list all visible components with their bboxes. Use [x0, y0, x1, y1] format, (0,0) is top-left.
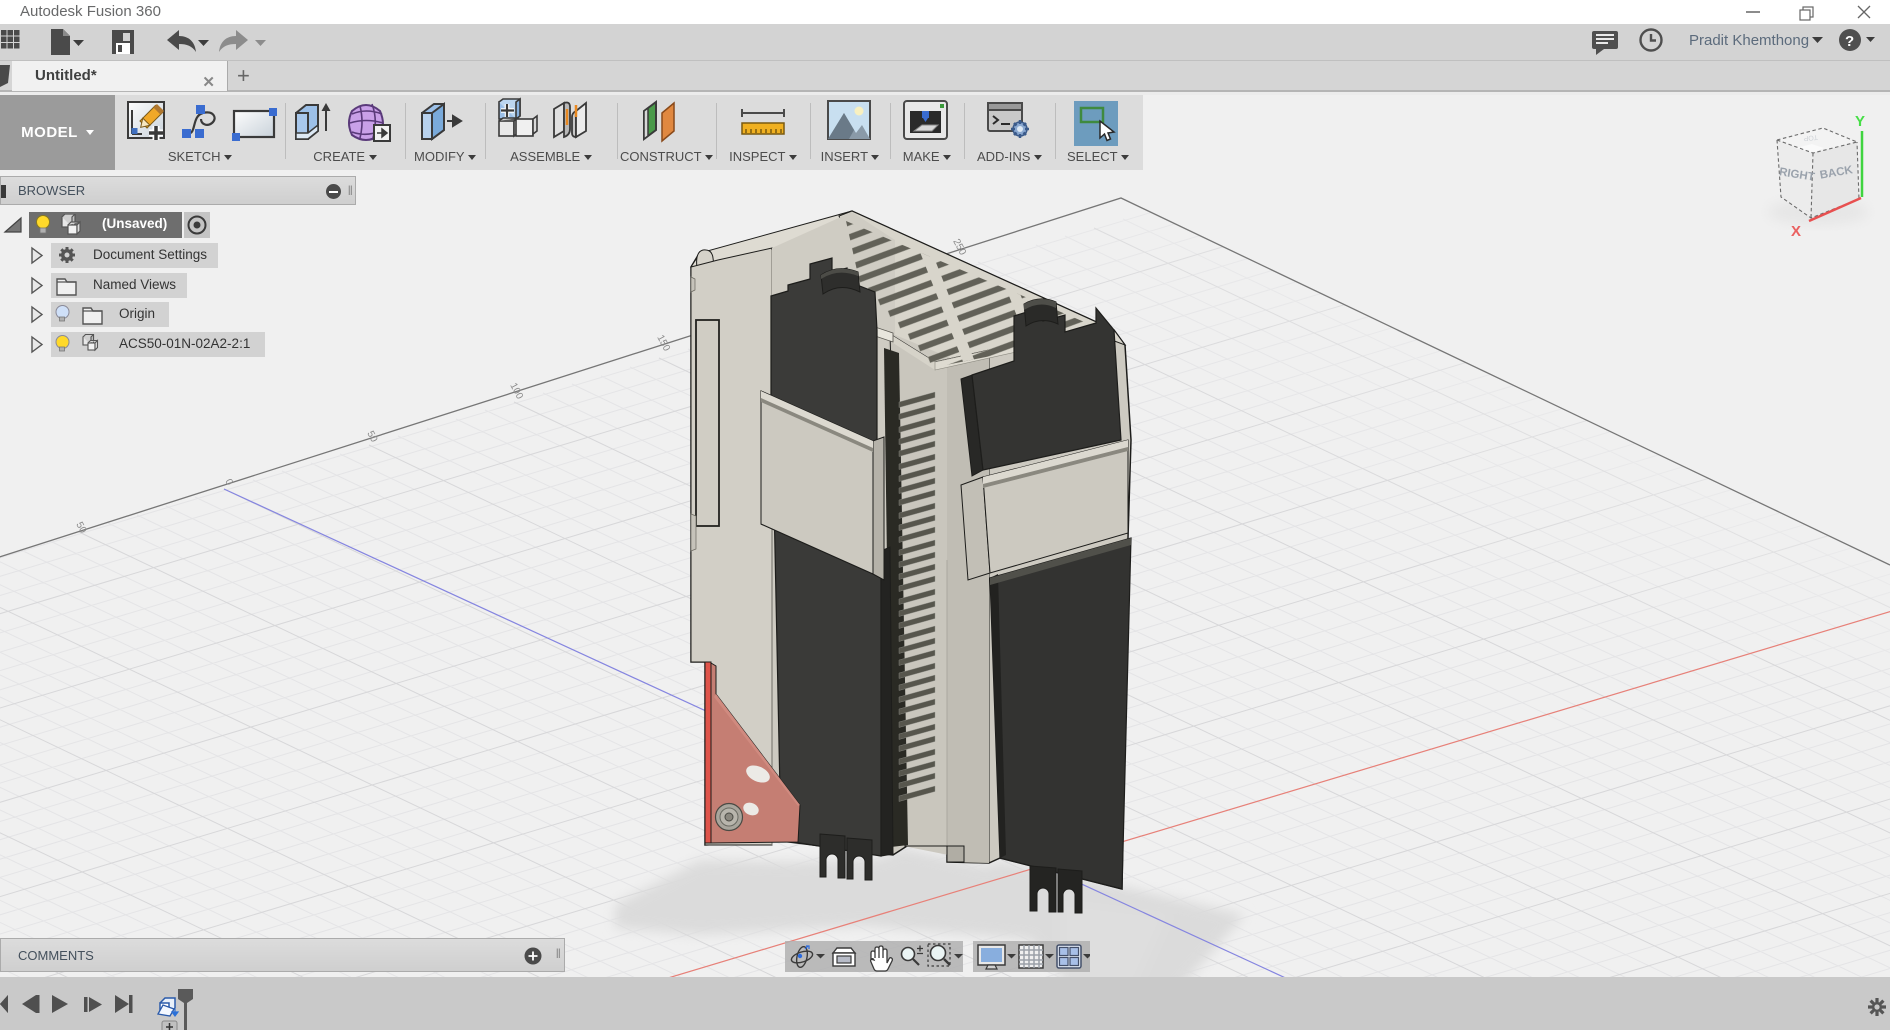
svg-text:250: 250: [950, 237, 968, 257]
svg-text:150: 150: [654, 333, 672, 353]
svg-text:Pradit Khemthong: Pradit Khemthong: [1689, 32, 1809, 49]
svg-text:?: ?: [1845, 33, 1854, 50]
svg-text:50: 50: [364, 429, 379, 444]
svg-text:50: 50: [73, 520, 88, 535]
svg-text:X: X: [1791, 223, 1801, 240]
svg-text:0: 0: [222, 477, 235, 487]
svg-text:100: 100: [507, 381, 525, 401]
